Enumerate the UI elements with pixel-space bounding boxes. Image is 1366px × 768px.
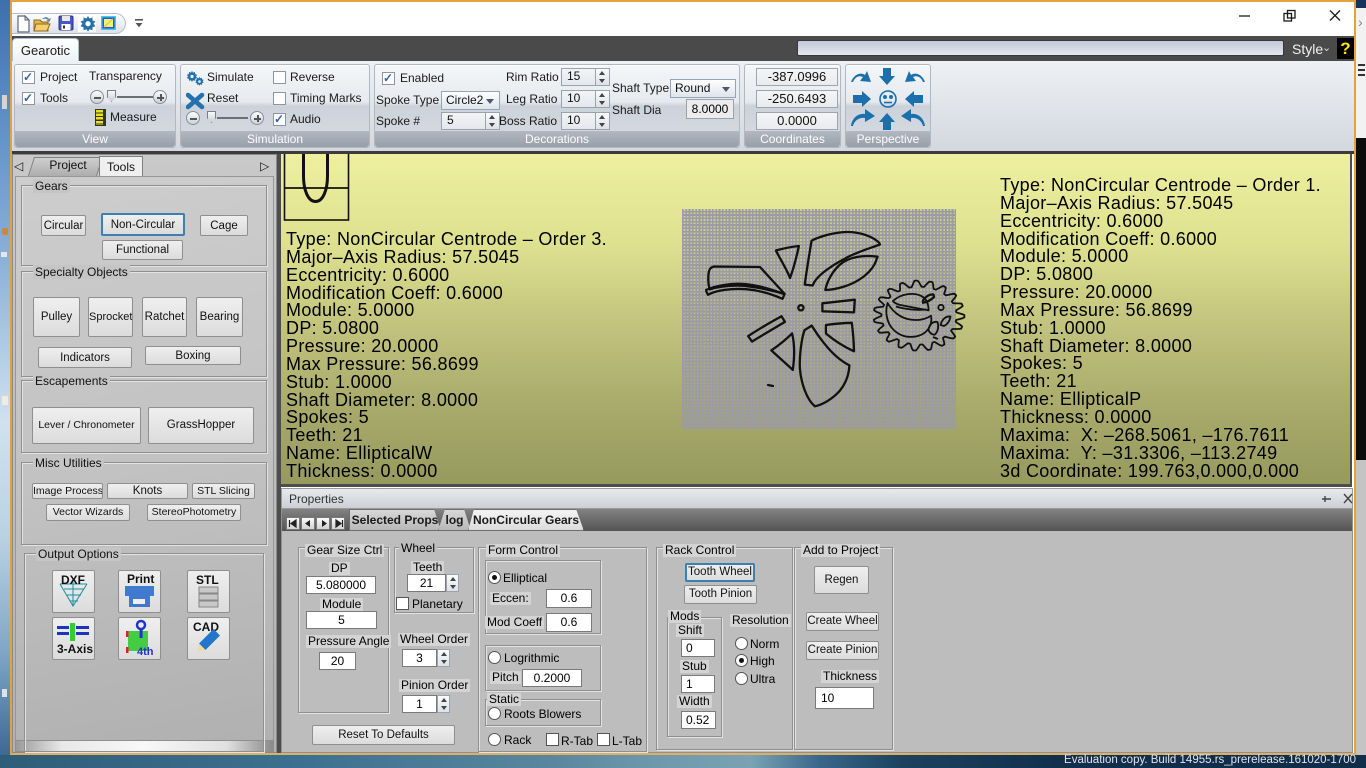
svg-text:4th: 4th <box>137 646 154 658</box>
svg-text:3-Axis: 3-Axis <box>57 642 93 656</box>
svg-text:Print: Print <box>127 572 154 586</box>
svg-text:DXF: DXF <box>61 573 85 587</box>
svg-text:STL: STL <box>196 573 219 587</box>
